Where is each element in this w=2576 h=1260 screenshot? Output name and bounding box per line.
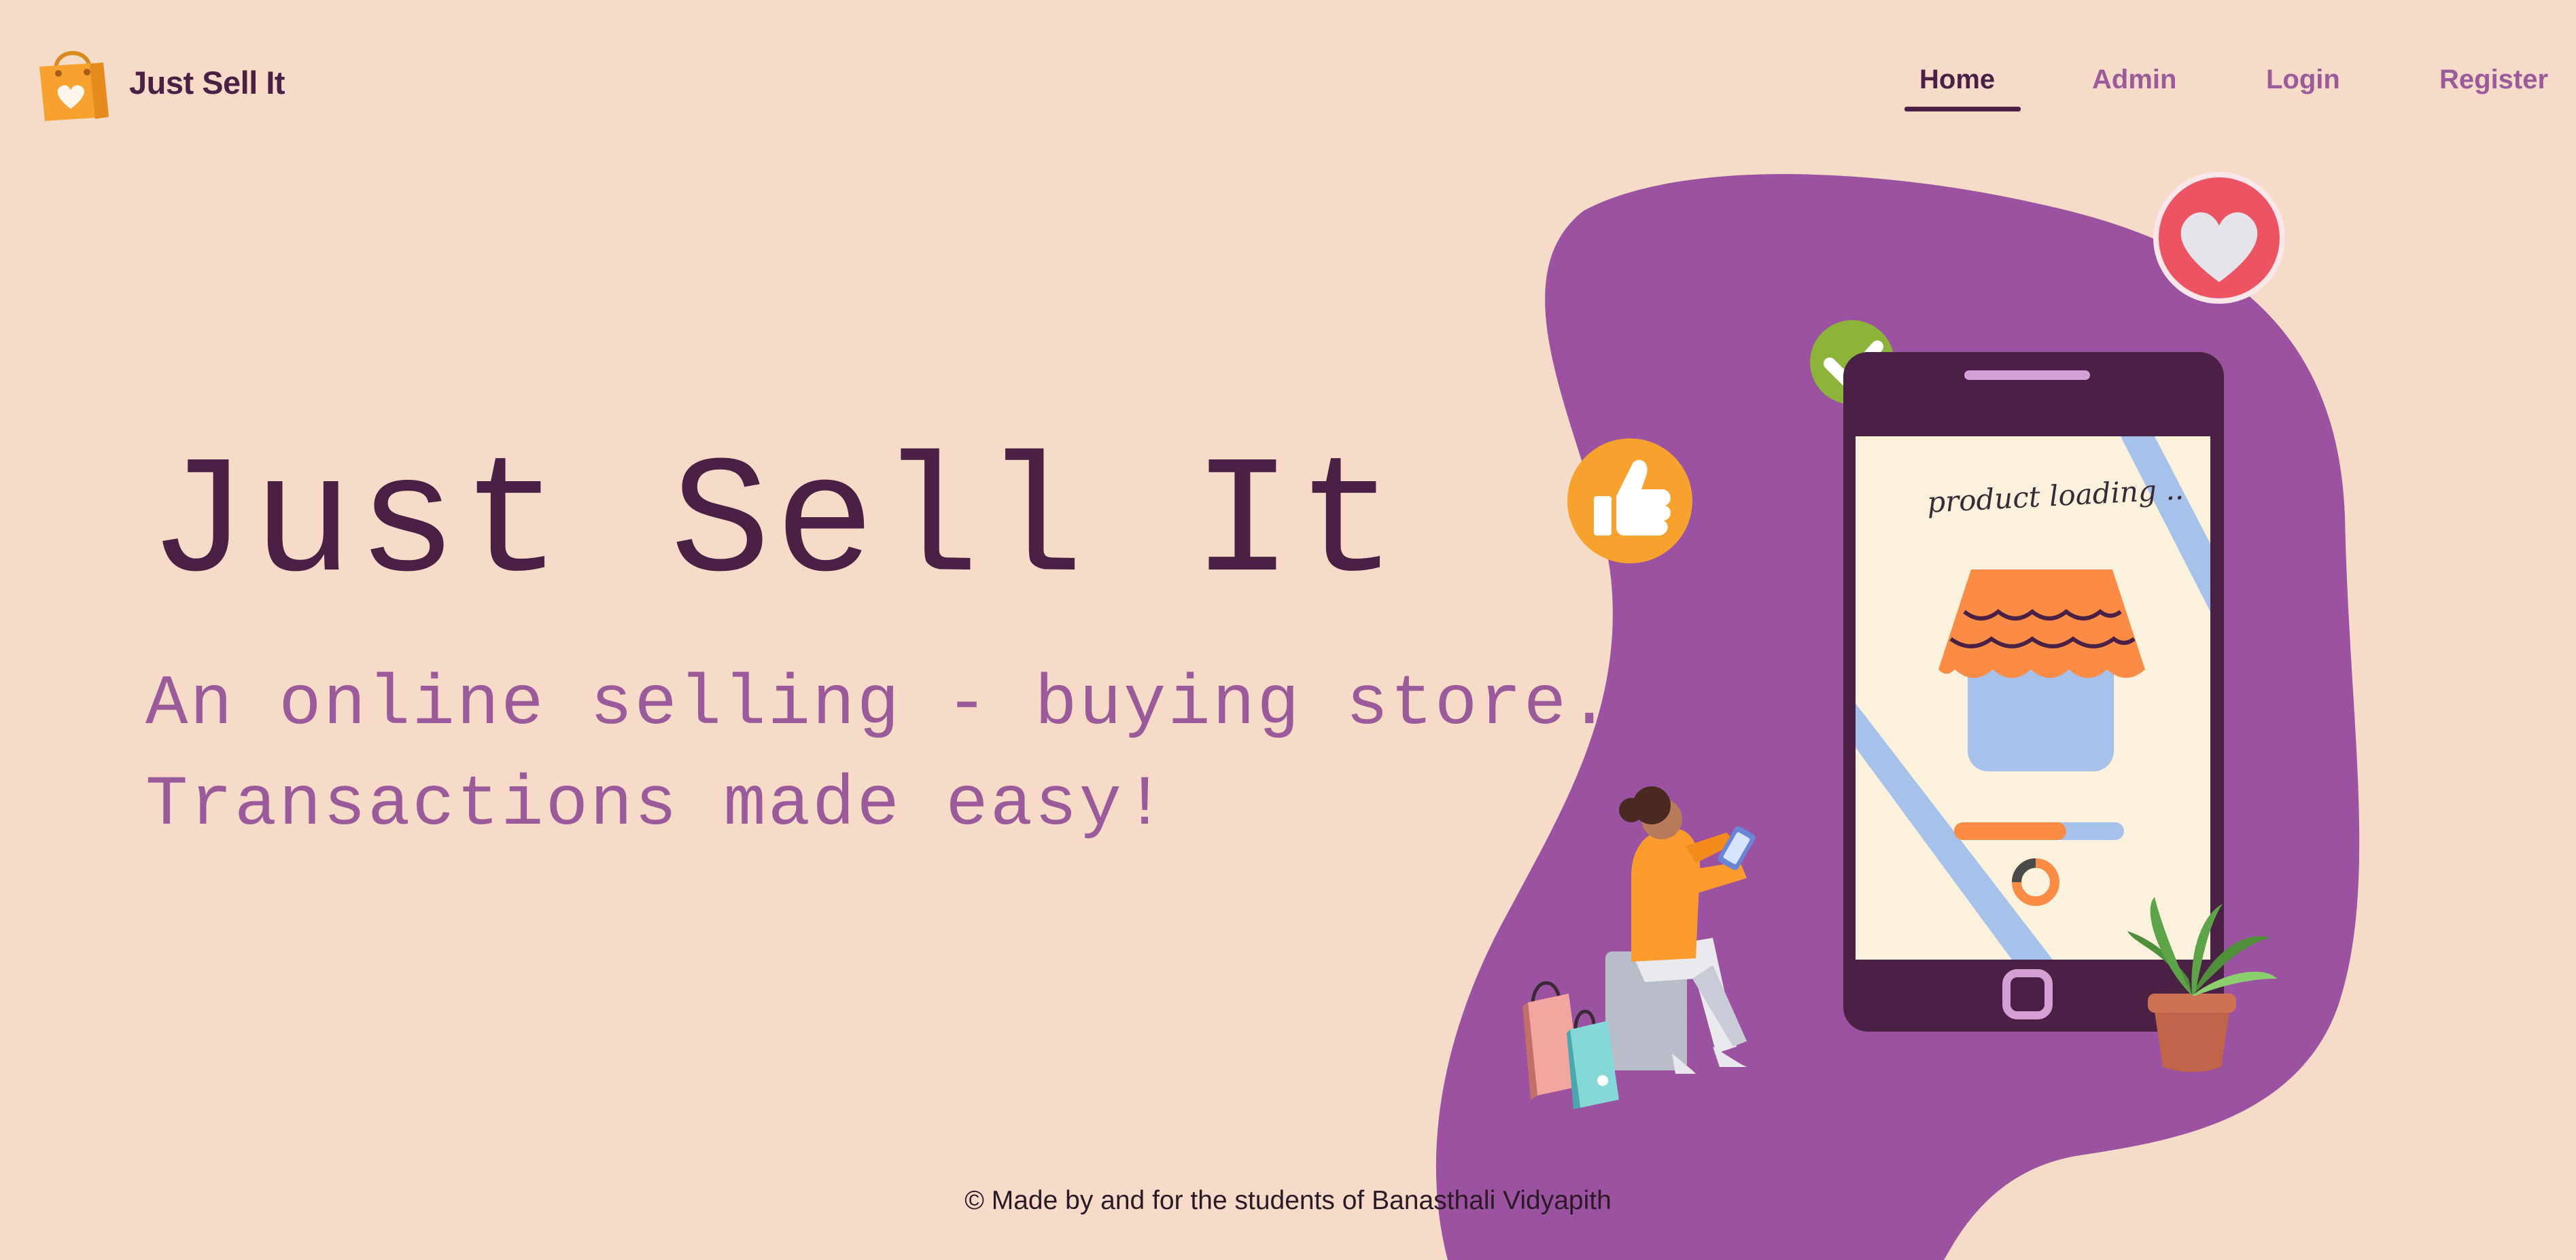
thumbs-up-icon [1567,438,1692,563]
main-nav: Home Admin Login Register [0,65,2576,119]
loading-progress-bar [1954,822,2124,840]
hero-title: Just Sell It [148,430,1402,620]
nav-home-link[interactable]: Home [1904,65,2021,111]
hero-illustration [1427,163,2413,1260]
heart-icon [2153,172,2285,304]
hero-subtitle-line2: Transactions made easy! [145,765,1168,845]
footer-credits: © Made by and for the students of Banast… [964,1186,1612,1215]
nav-register-link[interactable]: Register [2439,65,2548,95]
nav-admin-link[interactable]: Admin [2092,65,2176,95]
nav-login-link[interactable]: Login [2266,65,2340,95]
illustration-svg [1435,172,2360,1260]
hero-subtitle-line1: An online selling - buying store. [145,665,1613,745]
